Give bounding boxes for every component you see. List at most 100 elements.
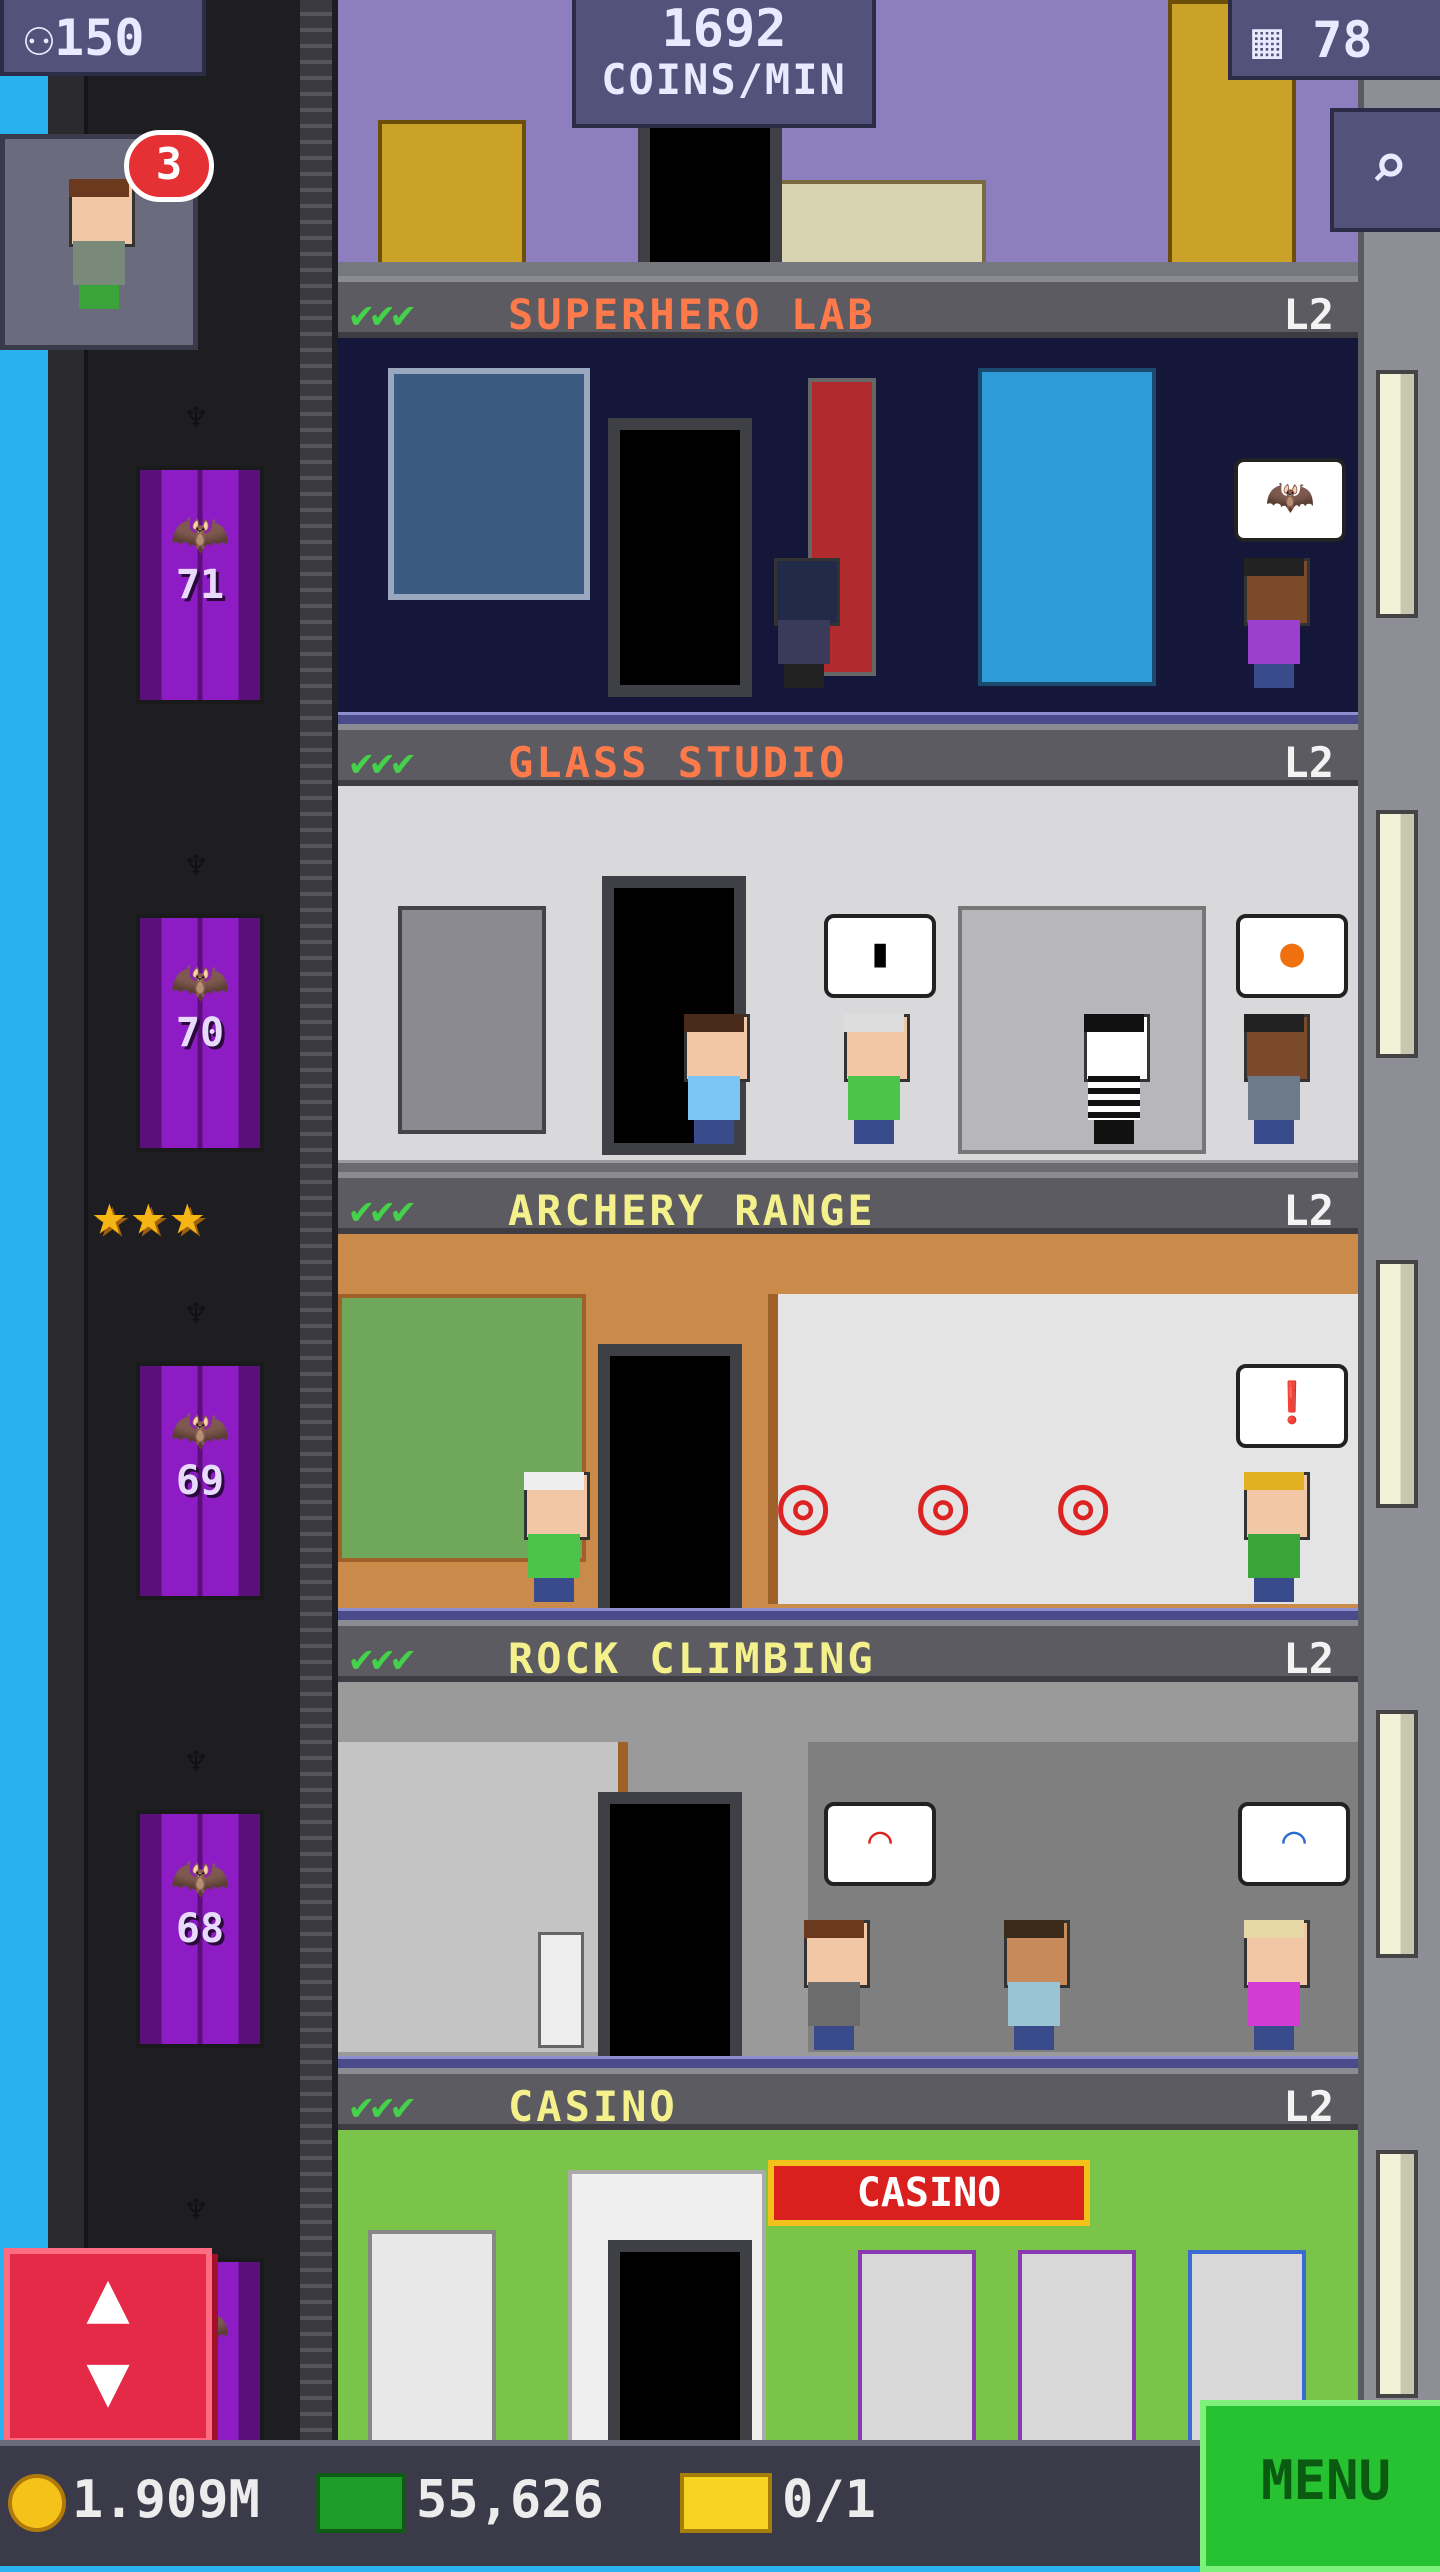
room-interior: CASINO [338, 2130, 1358, 2440]
resident-character[interactable] [678, 1014, 750, 1144]
elevator-car[interactable]: 🦇 69 [136, 1362, 264, 1600]
hair [69, 179, 129, 197]
elevator-car[interactable]: 🦇 71 [136, 466, 264, 704]
floor-header: ✔✔✔ ARCHERY RANGE L2 [338, 1172, 1358, 1235]
floor-name: GLASS STUDIO [508, 738, 848, 787]
teleporter [978, 368, 1156, 686]
tickets-value: 0/1 [782, 2470, 876, 2530]
floor-level: L2 [1283, 290, 1334, 339]
hero-character[interactable] [768, 558, 840, 688]
coins-display[interactable]: 1.909M [8, 2470, 260, 2532]
resident-character[interactable] [1238, 1014, 1310, 1144]
floor-level: L2 [1283, 1634, 1334, 1683]
slot-machine [1018, 2250, 1136, 2440]
dream-job-bubble[interactable]: ◠ [824, 1802, 936, 1886]
dream-job-bubble[interactable]: ◠ [1238, 1802, 1350, 1886]
pulley-icon: ♆ [185, 2190, 207, 2230]
target-icon: ◎ [918, 1454, 969, 1552]
room-interior: ◎ ◎ ◎ ❗ [338, 1234, 1358, 1608]
kiln [398, 906, 546, 1134]
counter [768, 180, 986, 262]
room-door [608, 2240, 752, 2440]
resident-character[interactable] [518, 1472, 590, 1602]
mime-character[interactable] [1078, 1014, 1150, 1144]
rating-stars-icon: ★★★ [92, 1180, 209, 1248]
elevator-car[interactable]: 🦇 68 [136, 1810, 264, 2048]
body [808, 1982, 860, 2026]
population-value: 150 [54, 9, 145, 67]
dream-job-bubble[interactable]: ▮ [824, 914, 936, 998]
resident-character[interactable] [998, 1920, 1070, 2050]
legs [1254, 2026, 1294, 2050]
bux-value: 55,626 [416, 2470, 604, 2530]
target-icon: ◎ [1058, 1454, 1109, 1552]
pulley-icon: ♆ [185, 1294, 207, 1334]
dream-job-bubble[interactable]: 🦇 [1234, 458, 1346, 542]
window [1376, 1260, 1418, 1508]
body [778, 620, 830, 664]
resident-character[interactable] [838, 1014, 910, 1144]
coins-per-min-display: 1692 COINS/MIN [572, 0, 876, 128]
room-door [608, 418, 752, 697]
hair [524, 1472, 584, 1490]
slot-machine [858, 2250, 976, 2440]
building-icon: ▦ [1252, 11, 1283, 69]
floor-header: ✔✔✔ SUPERHERO LAB L2 [338, 276, 1358, 339]
floors-value: 78 [1312, 11, 1373, 69]
hologram-panel [388, 368, 590, 600]
lobby-wall [338, 1742, 628, 2052]
legs [79, 285, 119, 309]
room-interior: ◠ ◠ [338, 1682, 1358, 2056]
floor-level: L2 [1283, 738, 1334, 787]
population-icon: ⚇ [24, 9, 55, 67]
tickets-display[interactable]: 0/1 [680, 2470, 876, 2533]
floor-rock-climbing[interactable]: ✔✔✔ ROCK CLIMBING L2 ◠ ◠ [338, 1620, 1358, 2071]
body [848, 1076, 900, 1120]
water-cooler [538, 1932, 584, 2048]
elevator-floor-number: 70 [175, 1010, 225, 1056]
bat-icon: 🦇 [170, 954, 230, 1010]
checkmarks-icon: ✔✔✔ [350, 1636, 415, 1680]
resident-character[interactable] [1238, 558, 1310, 688]
resident-character[interactable] [1238, 1920, 1310, 2050]
floors-counter[interactable]: ▦ 78 [1228, 0, 1440, 80]
menu-button[interactable]: MENU [1200, 2400, 1440, 2572]
body [1248, 1534, 1300, 1578]
elevator-scroll-button[interactable]: ▲ ▼ [4, 2248, 212, 2444]
floor-casino[interactable]: ✔✔✔ CASINO L2 CASINO [338, 2068, 1358, 2440]
legs [784, 664, 824, 688]
resident-character[interactable] [798, 1920, 870, 2050]
visitor-count-badge: 3 [124, 130, 214, 202]
floor-superhero-lab[interactable]: ✔✔✔ SUPERHERO LAB L2 🦇 [338, 276, 1358, 727]
population-counter[interactable]: ⚇150 [0, 0, 206, 76]
coins-per-min-label: COINS/MIN [601, 55, 847, 104]
hair [1244, 558, 1304, 576]
checkmarks-icon: ✔✔✔ [350, 292, 415, 336]
floor-name: CASINO [508, 2082, 678, 2131]
bat-icon: 🦇 [170, 1402, 230, 1458]
resident-character[interactable] [1238, 1472, 1310, 1602]
dream-job-bubble[interactable]: ● [1236, 914, 1348, 998]
legs [1254, 1120, 1294, 1144]
room-interior: 🦇 [338, 338, 1358, 712]
casino-sign: CASINO [768, 2160, 1090, 2226]
legs [1254, 664, 1294, 688]
body [1248, 620, 1300, 664]
visitor-avatar [63, 179, 135, 309]
legs [854, 1120, 894, 1144]
bux-display[interactable]: 55,626 [316, 2470, 604, 2533]
floor-header: ✔✔✔ CASINO L2 [338, 2068, 1358, 2131]
hair [1004, 1920, 1064, 1938]
checkmarks-icon: ✔✔✔ [350, 1188, 415, 1232]
coins-per-min-value: 1692 [661, 0, 787, 59]
elevator-car[interactable]: 🦇 70 [136, 914, 264, 1152]
floor-archery-range[interactable]: ✔✔✔ ARCHERY RANGE L2 ◎ ◎ ◎ ❗ [338, 1172, 1358, 1623]
floor-header: ✔✔✔ ROCK CLIMBING L2 [338, 1620, 1358, 1683]
legs [534, 1578, 574, 1602]
floor-header: ✔✔✔ GLASS STUDIO L2 [338, 724, 1358, 787]
search-button[interactable]: ⌕ [1330, 108, 1440, 232]
floor-glass-studio[interactable]: ✔✔✔ GLASS STUDIO L2 ▮ ● [338, 724, 1358, 1175]
target-icon: ◎ [778, 1454, 829, 1552]
hair [844, 1014, 904, 1032]
dream-job-bubble[interactable]: ❗ [1236, 1364, 1348, 1448]
